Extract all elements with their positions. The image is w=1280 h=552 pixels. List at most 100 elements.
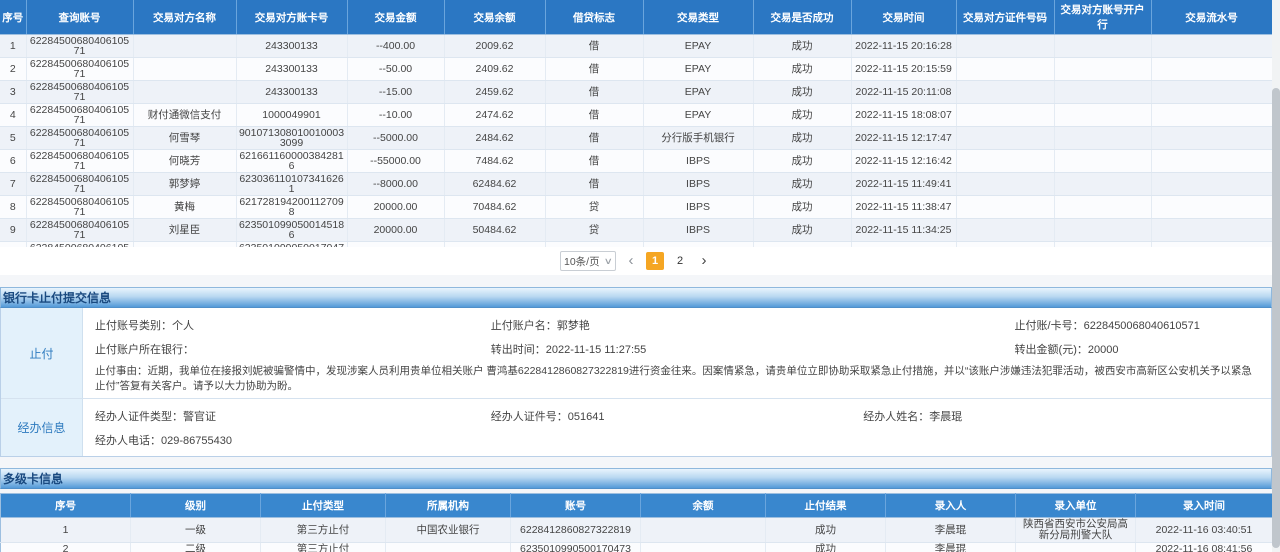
table-cell (956, 58, 1054, 81)
table-row: 86228450068040610571黄梅621728194200112709… (0, 196, 1272, 219)
column-header: 交易余额 (444, 0, 545, 35)
table-cell (1054, 58, 1151, 81)
table-cell (1054, 35, 1151, 58)
next-page-button[interactable]: › (696, 253, 712, 269)
table-cell: IBPS (643, 196, 753, 219)
table-cell: 2022-11-15 20:15:59 (851, 58, 956, 81)
table-row: 26228450068040610571243300133--50.002409… (0, 58, 1272, 81)
table-row: 1一级第三方止付中国农业银行6228412860827322819成功李晨琨陕西… (1, 518, 1273, 543)
table-cell (956, 127, 1054, 150)
table-cell: IBPS (643, 219, 753, 242)
table-cell: 成功 (766, 518, 886, 543)
page-number-list: 12 (646, 252, 689, 270)
page-number-button[interactable]: 1 (646, 252, 664, 270)
table-cell: 成功 (753, 104, 851, 127)
card-number-field: 止付账/卡号：6228450068040610571 (1015, 317, 1259, 333)
table-row: 2二级第三方止付6235010990500170473成功李晨琨2022-11-… (1, 543, 1273, 552)
stop-payment-panel-title: 银行卡止付提交信息 (0, 287, 1272, 308)
table-cell (1151, 81, 1272, 104)
table-cell: 借 (545, 35, 643, 58)
jingban-block-label: 经办信息 (1, 399, 83, 456)
transfer-time-field: 转出时间：2022-11-15 11:27:55 (491, 341, 1015, 357)
vertical-scrollbar-thumb[interactable] (1272, 88, 1280, 548)
table-cell: 成功 (753, 58, 851, 81)
table-row: 46228450068040610571财付通微信支付1000049901--1… (0, 104, 1272, 127)
table-cell (956, 196, 1054, 219)
table-cell: --8000.00 (347, 173, 444, 196)
table-cell: --5000.00 (347, 127, 444, 150)
table-cell: 2022-11-15 11:49:41 (851, 173, 956, 196)
account-name-field: 止付账户名：郭梦艳 (491, 317, 1015, 333)
column-header: 借贷标志 (545, 0, 643, 35)
page-size-label: 10条/页 (564, 254, 600, 269)
table-cell: 成功 (753, 127, 851, 150)
table-cell (1151, 58, 1272, 81)
table-cell (1151, 173, 1272, 196)
column-header: 交易对方账卡号 (236, 0, 347, 35)
prev-page-button[interactable]: ‹ (623, 253, 639, 269)
table-cell: 陕西省西安市公安局高新分局刑警大队 (1016, 518, 1136, 543)
table-cell: EPAY (643, 35, 753, 58)
table-cell: 2459.62 (444, 81, 545, 104)
table-cell: 借 (545, 81, 643, 104)
table-cell: --10.00 (347, 104, 444, 127)
multi-card-panel-title: 多级卡信息 (0, 468, 1272, 489)
table-cell: 2409.62 (444, 58, 545, 81)
page-number-button[interactable]: 2 (671, 252, 689, 270)
transactions-table-section: 序号查询账号交易对方名称交易对方账卡号交易金额交易余额借贷标志交易类型交易是否成… (0, 0, 1273, 265)
table-cell: 贷 (545, 196, 643, 219)
table-cell: 4 (0, 104, 26, 127)
table-row: 36228450068040610571243300133--15.002459… (0, 81, 1272, 104)
table-cell: 借 (545, 173, 643, 196)
table-cell: 2 (0, 58, 26, 81)
table-cell: EPAY (643, 104, 753, 127)
jingban-row-2: 经办人电话：029-86755430 (95, 428, 1259, 452)
zhifu-block-content: 止付账号类别：个人 止付账户名：郭梦艳 止付账/卡号：6228450068040… (83, 308, 1271, 398)
table-cell (1151, 196, 1272, 219)
column-header: 止付类型 (261, 494, 386, 518)
table-cell: 2484.62 (444, 127, 545, 150)
table-cell: 2022-11-15 11:34:25 (851, 219, 956, 242)
vertical-scrollbar-track[interactable] (1272, 0, 1280, 552)
table-cell: 何雪琴 (133, 127, 236, 150)
column-header: 所属机构 (386, 494, 511, 518)
table-cell: 243300133 (236, 58, 347, 81)
table-cell: 李晨琨 (886, 543, 1016, 552)
table-cell (1016, 543, 1136, 552)
table-cell (641, 518, 766, 543)
table-row: 96228450068040610571刘星臣62350109905001451… (0, 219, 1272, 242)
column-header: 交易类型 (643, 0, 753, 35)
account-bank-field: 止付账户所在银行： (95, 341, 491, 357)
table-cell (956, 104, 1054, 127)
table-cell (1151, 35, 1272, 58)
table-cell: 借 (545, 104, 643, 127)
table-row: 76228450068040610571郭梦婷62303611010734162… (0, 173, 1272, 196)
account-category-field: 止付账号类别：个人 (95, 317, 491, 333)
column-header: 级别 (131, 494, 261, 518)
column-header: 交易是否成功 (753, 0, 851, 35)
table-cell: 243300133 (236, 35, 347, 58)
table-cell (1054, 150, 1151, 173)
operator-cert-no-field: 经办人证件号：051641 (491, 408, 863, 424)
table-cell: --15.00 (347, 81, 444, 104)
table-cell: 6217281942001127098 (236, 196, 347, 219)
table-cell (133, 81, 236, 104)
table-cell (133, 58, 236, 81)
table-cell: 2022-11-16 08:41:56 (1136, 543, 1273, 552)
table-cell: 何晓芳 (133, 150, 236, 173)
table-cell (1151, 127, 1272, 150)
table-cell: 黄梅 (133, 196, 236, 219)
table-cell (1151, 219, 1272, 242)
column-header: 交易金额 (347, 0, 444, 35)
page-size-select[interactable]: 10条/页 ∨ (560, 251, 616, 271)
zhifu-block-label: 止付 (1, 308, 83, 398)
table-cell: 6228450068040610571 (26, 219, 133, 242)
stop-reason-text: 止付事由：近期，我单位在接报刘妮被骗警情中，发现涉案人员利用贵单位相关账户 曹鸿… (95, 364, 1259, 394)
table-cell: 6228450068040610571 (26, 104, 133, 127)
table-cell: 刘星臣 (133, 219, 236, 242)
table-cell: 1 (1, 518, 131, 543)
table-cell: 中国农业银行 (386, 518, 511, 543)
table-cell: --55000.00 (347, 150, 444, 173)
table-cell: 借 (545, 58, 643, 81)
column-header: 止付结果 (766, 494, 886, 518)
